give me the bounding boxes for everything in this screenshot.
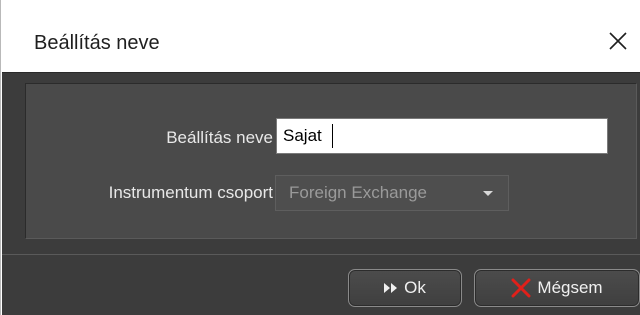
cancel-button-label: Mégsem: [537, 278, 603, 297]
dialog-title: Beállítás neve: [34, 32, 160, 54]
fast-forward-icon: [384, 283, 398, 293]
name-input[interactable]: [276, 118, 608, 154]
dialog-window: Beállítás neve Beállítás neve Instrument…: [0, 0, 640, 315]
title-bar: Beállítás neve: [2, 0, 640, 72]
text-caret: [332, 124, 333, 148]
instrument-group-select[interactable]: Foreign Exchange: [275, 175, 509, 211]
red-x-icon: [511, 278, 531, 298]
close-icon: [609, 32, 627, 50]
cancel-button[interactable]: Mégsem: [474, 269, 640, 307]
chevron-down-icon: [483, 191, 493, 196]
ok-button[interactable]: Ok: [348, 269, 462, 307]
button-bar: Ok Mégsem: [2, 254, 640, 315]
form-panel: [25, 83, 637, 239]
instrument-group-value: Foreign Exchange: [289, 183, 427, 202]
name-label: Beállítás neve: [166, 128, 273, 147]
group-label: Instrumentum csoport: [108, 183, 273, 202]
dialog-content: [2, 72, 640, 254]
close-button[interactable]: [595, 18, 640, 64]
ok-button-label: Ok: [404, 278, 426, 297]
